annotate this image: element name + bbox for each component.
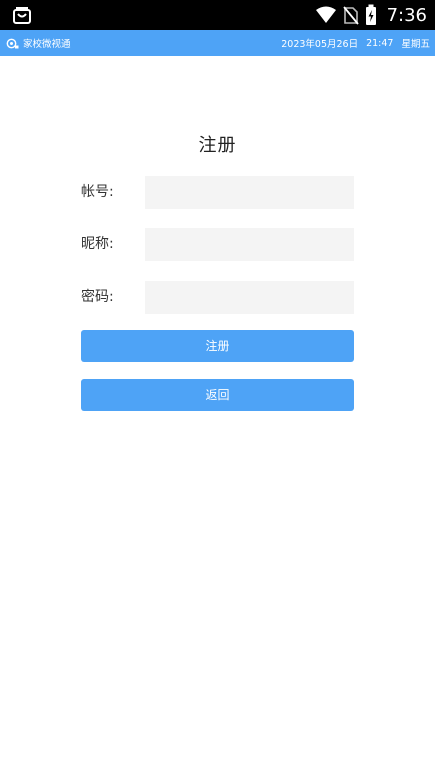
page-title: 注册 xyxy=(198,135,237,156)
no-sim-icon xyxy=(342,6,359,25)
app-name: 家校微视通 xyxy=(23,39,71,50)
shopping-bag-icon xyxy=(13,7,31,24)
register-button[interactable]: 注册 xyxy=(81,330,354,362)
account-row: 帐号: xyxy=(81,176,355,209)
nickname-label: 昵称: xyxy=(81,236,114,252)
password-label: 密码: xyxy=(81,289,114,305)
header-weekday: 星期五 xyxy=(401,39,430,50)
header-time: 21:47 xyxy=(366,37,394,49)
back-button[interactable]: 返回 xyxy=(81,379,354,411)
wifi-icon xyxy=(315,6,336,23)
camera-logo-icon xyxy=(6,38,19,48)
nickname-input[interactable] xyxy=(145,228,354,261)
password-input[interactable] xyxy=(145,281,354,314)
battery-charging-icon xyxy=(365,4,376,25)
account-label: 帐号: xyxy=(81,184,114,200)
app-brand: 家校微视通 xyxy=(6,30,71,56)
status-time: 7:36 xyxy=(386,4,427,26)
account-input[interactable] xyxy=(145,176,354,209)
header-datetime: 2023年05月26日 21:47 星期五 xyxy=(281,30,430,56)
status-bar: 7:36 xyxy=(0,0,435,30)
app-header: 家校微视通 2023年05月26日 21:47 星期五 xyxy=(0,30,435,56)
status-icons: 7:36 xyxy=(315,0,427,30)
header-date: 2023年05月26日 xyxy=(281,39,359,50)
nickname-row: 昵称: xyxy=(81,228,355,261)
password-row: 密码: xyxy=(81,281,355,314)
